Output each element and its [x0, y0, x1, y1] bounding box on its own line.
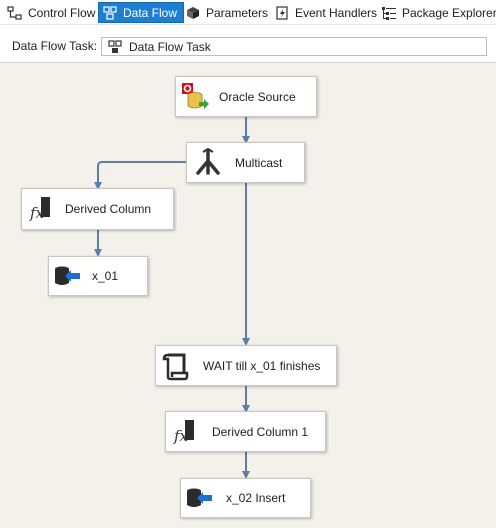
tab-event-handlers[interactable]: Event Handlers [273, 2, 377, 23]
data-flow-icon [101, 4, 119, 22]
svg-text:fx: fx [29, 204, 45, 222]
destination-icon [184, 483, 214, 513]
tab-data-flow[interactable]: Data Flow [98, 2, 185, 23]
task-selector-dropdown[interactable]: Data Flow Task [101, 37, 487, 56]
derived-column-icon: fx [170, 417, 200, 447]
tab-label: Parameters [206, 5, 269, 20]
tab-package-explorer[interactable]: Package Explorer [380, 2, 496, 23]
parameters-icon [184, 4, 202, 22]
event-handlers-icon [273, 4, 291, 22]
tab-label: Package Explorer [402, 5, 496, 20]
component-label: Oracle Source [219, 89, 296, 104]
component-label: x_02 Insert [226, 491, 286, 505]
component-label: x_01 [92, 269, 119, 283]
tab-parameters[interactable]: Parameters [184, 2, 268, 23]
derived-column-icon: fx [26, 194, 56, 224]
component-wait[interactable]: WAIT till x_01 finishes [155, 345, 337, 386]
tab-label: Event Handlers [295, 5, 378, 20]
svg-text:fx: fx [173, 427, 189, 445]
component-label: WAIT till x_01 finishes [203, 358, 321, 373]
destination-icon [52, 261, 82, 291]
component-label: Derived Column 1 [212, 424, 309, 439]
component-x02-insert[interactable]: x_02 Insert [180, 478, 311, 518]
package-explorer-icon [380, 4, 398, 22]
oracle-source-icon [180, 82, 210, 112]
component-label: Derived Column [65, 202, 152, 216]
multicast-icon [193, 147, 223, 178]
component-x01[interactable]: x_01 [48, 256, 148, 296]
component-oracle-source[interactable]: Oracle Source [175, 76, 317, 117]
control-flow-icon [6, 4, 24, 22]
task-selector-value: Data Flow Task [129, 39, 211, 54]
component-multicast[interactable]: Multicast [186, 142, 305, 183]
tab-control-flow[interactable]: Control Flow [6, 2, 95, 23]
task-selector-label: Data Flow Task: [12, 39, 98, 53]
script-icon [159, 351, 189, 381]
designer-tab-bar: Control Flow Data Flow Parameters Event … [0, 0, 496, 25]
component-label: Multicast [235, 155, 283, 170]
task-selector-row: Data Flow Task: Data Flow Task [0, 26, 496, 63]
tab-label: Data Flow [123, 5, 178, 20]
tab-label: Control Flow [28, 5, 96, 20]
component-derived-column[interactable]: fx Derived Column [21, 188, 174, 230]
component-derived-column-1[interactable]: fx Derived Column 1 [165, 411, 326, 452]
data-flow-task-icon [107, 39, 123, 55]
